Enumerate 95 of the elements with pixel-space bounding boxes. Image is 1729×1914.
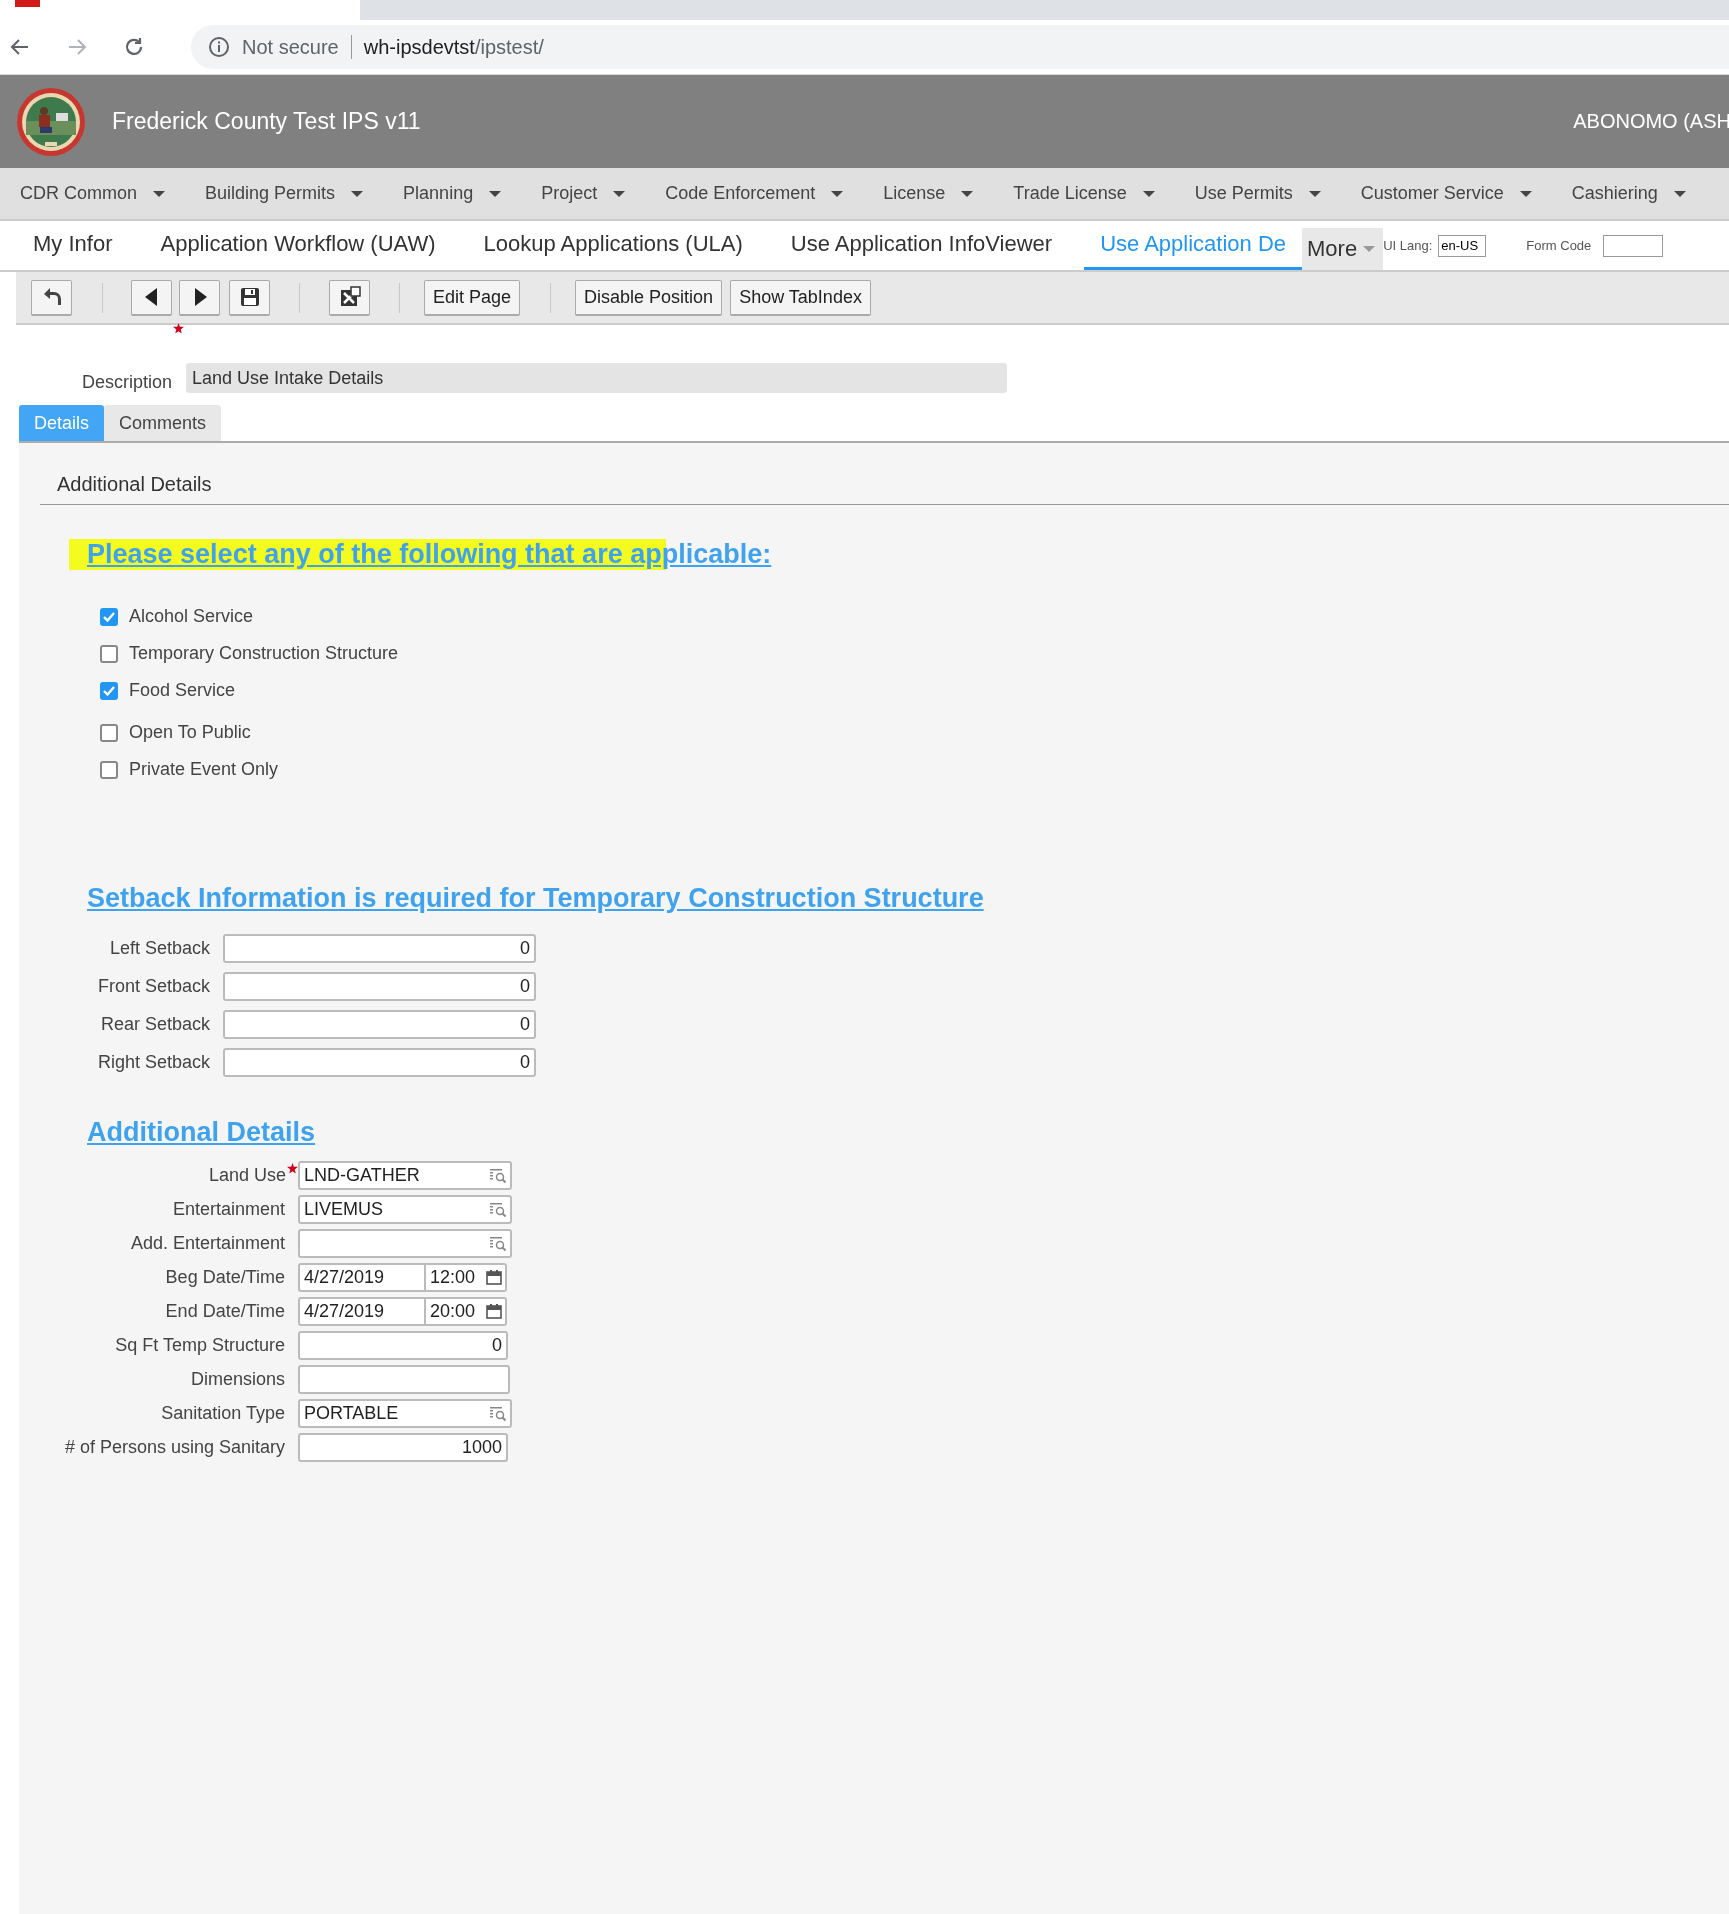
menu-item[interactable]: Planning: [403, 183, 502, 204]
number-field[interactable]: 0: [298, 1330, 508, 1360]
caret-icon: [1519, 190, 1532, 197]
field-label: Sq Ft Temp Structure: [115, 1334, 285, 1356]
field-label: Dimensions: [190, 1368, 285, 1390]
checkbox[interactable]: [100, 681, 118, 700]
section-header: Additional Details: [40, 473, 1729, 505]
field-label: Add. Entertainment: [130, 1232, 285, 1254]
caret-icon: [831, 190, 844, 197]
time-field[interactable]: 12:00: [426, 1262, 507, 1292]
page-tab[interactable]: Lookup Applications (ULA): [467, 221, 759, 270]
checkbox-label: Private Event Only: [129, 759, 279, 780]
date-field[interactable]: 4/27/2019: [298, 1262, 426, 1292]
list-search-icon[interactable]: [489, 1200, 507, 1219]
section-heading: Setback Information is required for Temporary Construction Structure: [87, 883, 984, 914]
description-field[interactable]: Land Use Intake Details: [186, 363, 1008, 393]
export-button[interactable]: [329, 279, 370, 316]
menu-item[interactable]: Code Enforcement: [665, 183, 844, 204]
caret-icon: [1363, 246, 1376, 252]
number-field[interactable]: 0: [223, 972, 536, 1001]
info-icon[interactable]: [208, 36, 230, 58]
user-name[interactable]: ABONOMO (ASH: [1573, 110, 1729, 133]
checkbox-label: Food Service: [129, 680, 236, 701]
address-field[interactable]: wh-ipsdevtst/ipstest/: [363, 35, 544, 59]
field-label: Beg Date/Time: [165, 1266, 285, 1288]
more-menu[interactable]: More: [1302, 228, 1384, 270]
page-tab[interactable]: Use Application InfoViewer: [774, 221, 1069, 270]
menu-item[interactable]: License: [883, 183, 974, 204]
lookup-field[interactable]: LIVEMUS: [298, 1194, 512, 1224]
menu-item[interactable]: Trade License: [1013, 183, 1155, 204]
field-label: UI Lang:: [1383, 238, 1433, 253]
caret-icon: [1142, 190, 1155, 197]
toolbar-button[interactable]: Disable Position: [575, 279, 723, 316]
checkbox-label: Alcohol Service: [129, 606, 254, 627]
checkbox[interactable]: [100, 644, 118, 663]
lookup-field[interactable]: LND-GATHER: [298, 1160, 512, 1190]
form-code-field[interactable]: [1603, 234, 1664, 257]
menu-item[interactable]: Use Permits: [1194, 183, 1321, 204]
checkbox-label: Temporary Construction Structure: [129, 643, 399, 664]
field-label: Right Setback: [96, 1052, 210, 1073]
number-field[interactable]: 0: [223, 1010, 536, 1039]
caret-icon: [1308, 190, 1321, 197]
calendar-icon[interactable]: [486, 1268, 502, 1285]
time-field[interactable]: 20:00: [426, 1296, 507, 1326]
field-label: End Date/Time: [165, 1300, 285, 1322]
seal-logo[interactable]: [16, 86, 86, 157]
section-heading: Additional Details: [87, 1117, 316, 1148]
app-title: Frederick County Test IPS v11: [112, 108, 421, 135]
list-search-icon[interactable]: [489, 1166, 507, 1185]
next-button[interactable]: [179, 279, 220, 316]
caret-icon: [613, 190, 626, 197]
security-label: Not secure: [242, 35, 339, 59]
caret-icon: [1673, 190, 1686, 197]
field-label: Description: [82, 372, 173, 393]
menu-item[interactable]: CDR Common: [20, 183, 166, 204]
field-label: # of Persons using Sanitary: [64, 1436, 285, 1458]
save-button[interactable]: [229, 279, 270, 316]
field-label: Front Setback: [96, 976, 210, 997]
caret-icon: [351, 190, 364, 197]
caret-icon: [961, 190, 974, 197]
page-tab[interactable]: Application Workflow (UAW): [144, 221, 452, 270]
caret-icon: [153, 190, 166, 197]
caret-icon: [489, 190, 502, 197]
number-field[interactable]: 0: [223, 1048, 536, 1077]
checkbox[interactable]: [100, 607, 118, 626]
menu-item[interactable]: Building Permits: [205, 183, 364, 204]
form-tab[interactable]: Comments: [104, 405, 222, 441]
field-label: Entertainment: [172, 1198, 285, 1220]
undo-button[interactable]: [31, 279, 72, 316]
number-field[interactable]: 0: [223, 934, 536, 963]
checkbox-label: Open To Public: [129, 722, 251, 743]
list-search-icon[interactable]: [489, 1404, 507, 1423]
lookup-field[interactable]: PORTABLE: [298, 1398, 512, 1428]
menu-item[interactable]: Project: [541, 183, 626, 204]
page-tab[interactable]: My Infor: [17, 221, 129, 270]
field-label: Rear Setback: [99, 1014, 210, 1035]
toolbar-button[interactable]: Edit Page: [424, 279, 521, 316]
field-label: Sanitation Type: [161, 1402, 285, 1424]
field-label: Land Use: [208, 1164, 286, 1186]
field-label: Left Setback: [108, 938, 210, 959]
menu-item[interactable]: Customer Service: [1360, 183, 1532, 204]
browser-tab-icon: [15, 0, 40, 7]
text-field[interactable]: [298, 1364, 510, 1394]
checkbox[interactable]: [100, 723, 118, 742]
menu-item[interactable]: Cashiering: [1571, 183, 1686, 204]
language-field[interactable]: en-US: [1438, 234, 1487, 257]
list-search-icon[interactable]: [489, 1234, 507, 1253]
field-label: Form Code: [1526, 238, 1592, 253]
calendar-icon[interactable]: [486, 1302, 502, 1319]
date-field[interactable]: 4/27/2019: [298, 1296, 426, 1326]
number-field[interactable]: 1000: [298, 1432, 508, 1462]
checkbox[interactable]: [100, 760, 118, 779]
previous-button[interactable]: [131, 279, 172, 316]
toolbar-button[interactable]: Show TabIndex: [730, 279, 871, 316]
lookup-field[interactable]: [298, 1228, 512, 1258]
